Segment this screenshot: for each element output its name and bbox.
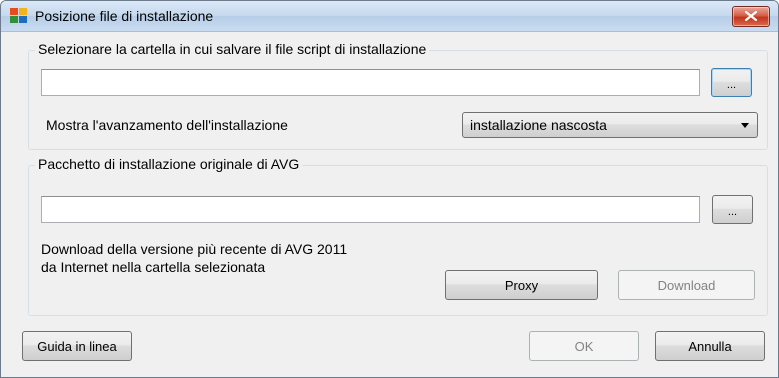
cancel-button[interactable]: Annulla	[655, 331, 765, 361]
script-folder-browse-button[interactable]: ...	[711, 68, 752, 97]
package-browse-button[interactable]: ...	[712, 195, 753, 224]
download-info-line1: Download della versione più recente di A…	[41, 241, 348, 257]
progress-display-dropdown[interactable]: installazione nascosta	[462, 112, 758, 138]
proxy-button[interactable]: Proxy	[445, 270, 598, 300]
original-package-group-title: Pacchetto di installazione originale di …	[35, 156, 303, 172]
close-button[interactable]	[732, 6, 770, 27]
script-folder-path-input[interactable]	[41, 69, 700, 96]
dialog-window: Posizione file di installazione Selezion…	[0, 0, 779, 378]
title-bar[interactable]: Posizione file di installazione	[1, 1, 778, 32]
help-button[interactable]: Guida in linea	[22, 331, 132, 361]
window-title: Posizione file di installazione	[35, 8, 214, 24]
ok-button[interactable]: OK	[529, 331, 639, 361]
package-path-input[interactable]	[41, 196, 700, 223]
close-icon	[745, 11, 757, 21]
progress-display-selected: installazione nascosta	[470, 117, 607, 133]
browse-button-label: ...	[726, 78, 737, 91]
browse-button-label: ...	[727, 205, 738, 218]
download-info-line2: da Internet nella cartella selezionata	[41, 259, 266, 275]
chevron-down-icon	[741, 123, 749, 128]
download-button[interactable]: Download	[618, 270, 755, 300]
avg-logo-icon	[10, 8, 28, 24]
progress-display-label: Mostra l'avanzamento dell'installazione	[46, 117, 288, 133]
script-folder-group-title: Selezionare la cartella in cui salvare i…	[35, 41, 430, 57]
